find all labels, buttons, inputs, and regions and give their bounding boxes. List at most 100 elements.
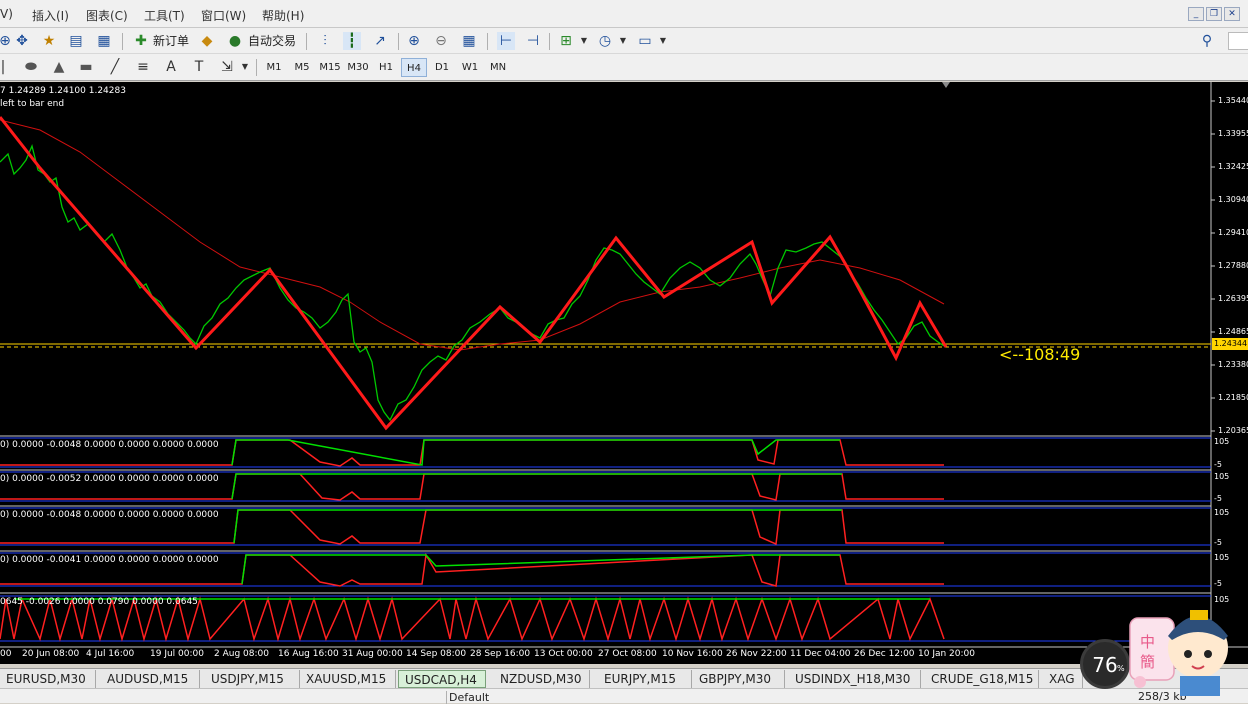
- profile-status: Default: [446, 691, 489, 704]
- ellipse-icon[interactable]: ⬬: [22, 58, 40, 76]
- search-icon[interactable]: ⚲: [1198, 32, 1216, 50]
- timeframe-h1-button[interactable]: H1: [373, 58, 399, 77]
- restore-icon[interactable]: ❐: [1206, 7, 1222, 21]
- time-tick: 4 Jul 16:00: [86, 649, 135, 659]
- text-icon[interactable]: A: [162, 58, 180, 76]
- menu-view[interactable]: V): [0, 7, 13, 21]
- menu-insert[interactable]: 插入(I): [32, 7, 69, 24]
- status-bar: Default 258/3 kb: [0, 688, 1248, 704]
- metaeditor-icon[interactable]: ◆: [198, 32, 216, 50]
- tile-windows-icon[interactable]: ▦: [460, 32, 478, 50]
- close-icon[interactable]: ✕: [1224, 7, 1240, 21]
- indicators-icon[interactable]: ⊞: [557, 32, 575, 50]
- tab-audusd[interactable]: AUDUSD,M15: [101, 670, 200, 688]
- tab-crude[interactable]: CRUDE_G18,M15: [925, 670, 1039, 688]
- triangle-icon[interactable]: ▲: [50, 58, 68, 76]
- tab-usdcad[interactable]: USDCAD,H4: [398, 670, 486, 688]
- timeframe-m1-button[interactable]: M1: [261, 58, 287, 77]
- templates-icon[interactable]: ▭: [636, 32, 654, 50]
- new-order-button[interactable]: 新订单: [151, 31, 191, 51]
- timeframe-w1-button[interactable]: W1: [457, 58, 483, 77]
- navigator-icon[interactable]: ▤: [67, 32, 85, 50]
- time-tick: 26 Nov 22:00: [726, 649, 787, 659]
- indicator-scale-top: 105: [1214, 437, 1230, 446]
- time-tick: 19 Jul 00:00: [150, 649, 204, 659]
- fibonacci-icon[interactable]: ≡: [134, 58, 152, 76]
- tab-xag[interactable]: XAG: [1043, 670, 1083, 688]
- text-label-icon[interactable]: T: [190, 58, 208, 76]
- chart-shift-icon[interactable]: ⊢: [497, 32, 515, 50]
- timeframe-d1-button[interactable]: D1: [429, 58, 455, 77]
- timeframe-m5-button[interactable]: M5: [289, 58, 315, 77]
- tab-usdjpy[interactable]: USDJPY,M15: [205, 670, 300, 688]
- time-tick: 10 Nov 16:00: [662, 649, 723, 659]
- menu-charts[interactable]: 图表(C): [86, 7, 128, 24]
- price-tick: 1.24865: [1218, 327, 1248, 336]
- chevron-down-icon[interactable]: ▼: [614, 32, 632, 50]
- bar-timer-label: <--108:49: [999, 345, 1081, 364]
- time-tick: 10 Jan 20:00: [918, 649, 975, 659]
- timeframe-m30-button[interactable]: M30: [345, 58, 371, 77]
- indicator-label: 0) 0.0000 -0.0048 0.0000 0.0000 0.0000 0…: [0, 440, 219, 450]
- bar-end-label: left to bar end: [0, 99, 65, 109]
- menu-tools[interactable]: 工具(T): [144, 7, 185, 24]
- price-tick: 1.35440: [1218, 96, 1248, 105]
- mascot-text: 中 簡: [1140, 633, 1156, 671]
- minimize-icon[interactable]: _: [1188, 7, 1204, 21]
- vertical-line-icon[interactable]: |: [0, 58, 12, 76]
- bar-chart-icon[interactable]: ⫶: [316, 32, 334, 50]
- tab-eurjpy[interactable]: EURJPY,M15: [598, 670, 692, 688]
- terminal-icon[interactable]: ▦: [95, 32, 113, 50]
- time-tick: 00: [0, 649, 12, 659]
- drawing-toolbar: | ⬬ ▲ ▬ ╱ ≡ A T ⇲ ▼ M1 M5 M15 M30 H1 H4 …: [0, 54, 1248, 81]
- periods-clock-icon[interactable]: ◷: [596, 32, 614, 50]
- zoom-out-icon[interactable]: ⊖: [432, 32, 450, 50]
- ohlc-readout: 7 1.24289 1.24100 1.24283: [0, 86, 126, 96]
- price-tick: 1.23380: [1218, 360, 1248, 369]
- price-chart[interactable]: [0, 82, 1248, 664]
- timeframe-m15-button[interactable]: M15: [317, 58, 343, 77]
- price-tick: 1.29410: [1218, 228, 1248, 237]
- indicator-scale-bottom: -5: [1214, 579, 1222, 588]
- indicator-label: 0645 -0.0026 0.0000 0.0790 0.0000 0.0645: [0, 597, 198, 607]
- auto-trade-button[interactable]: 自动交易: [245, 31, 299, 51]
- favorites-icon[interactable]: ★: [40, 32, 58, 50]
- search-input[interactable]: [1228, 32, 1248, 50]
- tab-xauusd[interactable]: XAUUSD,M15: [300, 670, 396, 688]
- menu-bar: V) 插入(I) 图表(C) 工具(T) 窗口(W) 帮助(H) _ ❐ ✕: [0, 0, 1248, 28]
- chevron-down-icon[interactable]: ▼: [575, 32, 593, 50]
- candlestick-icon[interactable]: ┇: [343, 32, 361, 50]
- trendline-icon[interactable]: ╱: [106, 58, 124, 76]
- price-tick: 1.30940: [1218, 195, 1248, 204]
- line-chart-icon[interactable]: ↗: [371, 32, 389, 50]
- indicator-label: 0) 0.0000 -0.0052 0.0000 0.0000 0.0000 0…: [0, 474, 219, 484]
- price-tick: 1.26395: [1218, 294, 1248, 303]
- bid-price-label: 1.24344: [1212, 338, 1248, 350]
- zoom-in-icon[interactable]: ⊕: [405, 32, 423, 50]
- indicator-label: 0) 0.0000 -0.0041 0.0000 0.0000 0.0000 0…: [0, 555, 219, 565]
- auto-trade-icon: ●: [228, 33, 242, 49]
- timeframe-mn-button[interactable]: MN: [485, 58, 511, 77]
- new-chart-icon[interactable]: ⊕: [0, 32, 14, 50]
- tab-gbpjpy[interactable]: GBPJPY,M30: [693, 670, 785, 688]
- time-tick: 11 Dec 04:00: [790, 649, 851, 659]
- timeframe-h4-button[interactable]: H4: [401, 58, 427, 77]
- tab-nzdusd[interactable]: NZDUSD,M30: [494, 670, 590, 688]
- time-tick: 16 Aug 16:00: [278, 649, 339, 659]
- price-tick: 1.21850: [1218, 393, 1248, 402]
- menu-window[interactable]: 窗口(W): [201, 7, 246, 24]
- rectangle-icon[interactable]: ▬: [77, 58, 95, 76]
- window-controls: _ ❐ ✕: [1186, 6, 1240, 21]
- arrows-icon[interactable]: ⇲: [218, 58, 236, 76]
- chevron-down-icon[interactable]: ▼: [654, 32, 672, 50]
- chart-window[interactable]: 7 1.24289 1.24100 1.24283 left to bar en…: [0, 82, 1248, 664]
- indicator-scale-top: 105: [1214, 472, 1230, 481]
- indicator-scale-top: 105: [1214, 508, 1230, 517]
- autoscroll-icon[interactable]: ⊣: [524, 32, 542, 50]
- menu-help[interactable]: 帮助(H): [262, 7, 304, 24]
- tab-eurusd[interactable]: EURUSD,M30: [0, 670, 96, 688]
- crosshair-move-icon[interactable]: ✥: [13, 32, 31, 50]
- chevron-down-icon[interactable]: ▼: [236, 58, 254, 76]
- tab-usdindx[interactable]: USDINDX_H18,M30: [789, 670, 921, 688]
- indicator-scale-top: 105: [1214, 553, 1230, 562]
